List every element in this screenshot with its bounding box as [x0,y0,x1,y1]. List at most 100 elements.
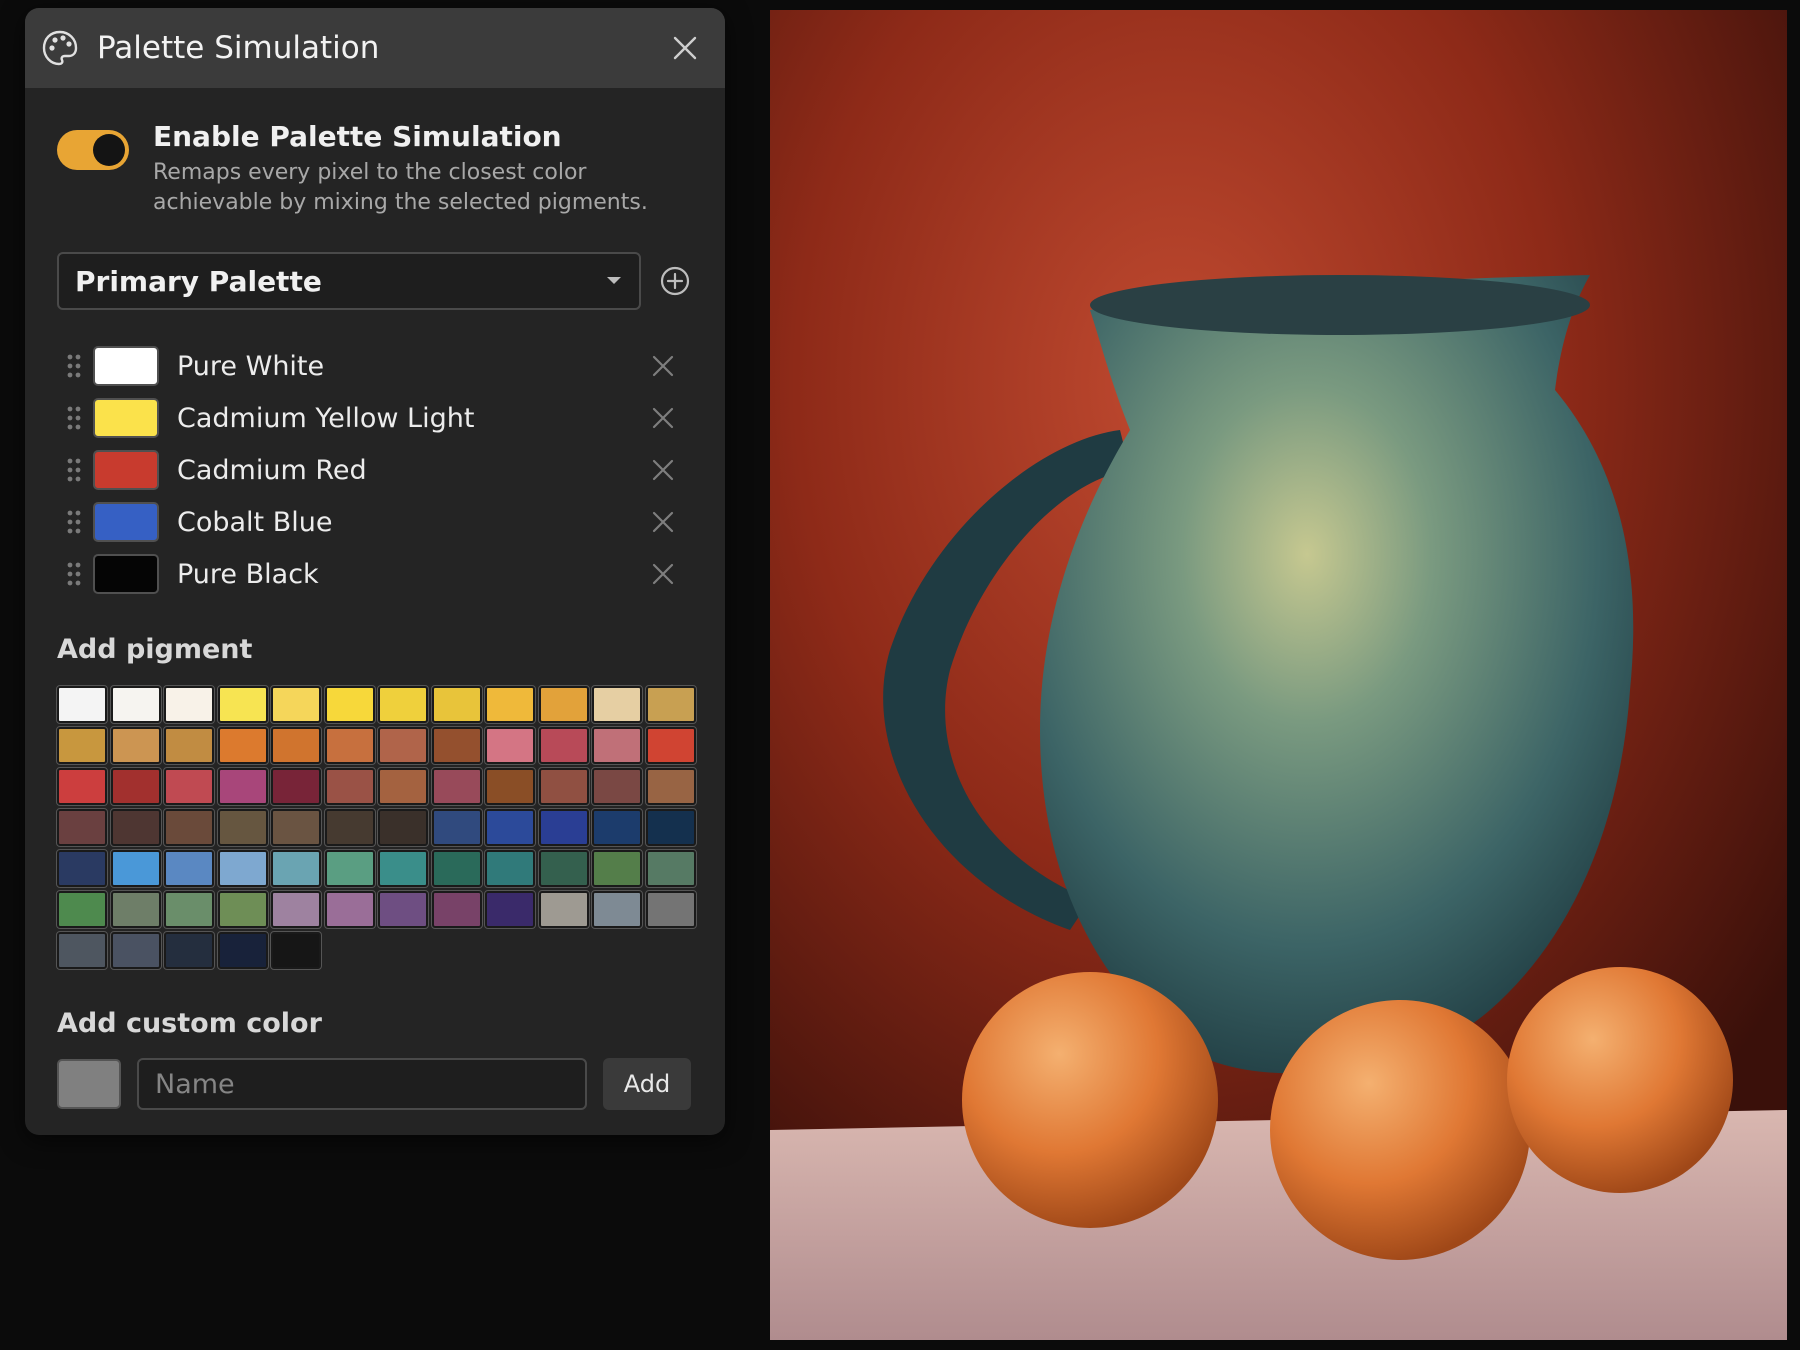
pigment-grid-swatch[interactable] [109,685,162,724]
pigment-grid-swatch[interactable] [484,808,536,847]
pigment-swatch[interactable] [93,554,159,594]
drag-handle-icon[interactable] [57,561,91,587]
pigment-grid-swatch[interactable] [323,890,376,929]
pigment-grid-swatch[interactable] [56,767,108,806]
add-palette-button[interactable] [655,261,695,301]
pigment-grid-swatch[interactable] [430,767,483,806]
remove-pigment-button[interactable] [643,450,683,490]
pigment-grid-swatch[interactable] [216,685,269,724]
pigment-grid-swatch[interactable] [163,890,215,929]
image-canvas[interactable] [770,10,1787,1340]
custom-color-name-input[interactable] [137,1058,587,1110]
pigment-grid-swatch[interactable] [163,685,215,724]
enable-simulation-toggle[interactable] [57,130,129,170]
pigment-item[interactable]: Pure White [57,340,707,392]
pigment-grid-swatch[interactable] [644,808,697,847]
pigment-swatch[interactable] [93,398,159,438]
pigment-grid-swatch[interactable] [56,931,108,970]
pigment-grid-swatch[interactable] [484,726,536,765]
drag-handle-icon[interactable] [57,353,91,379]
remove-pigment-button[interactable] [643,554,683,594]
close-panel-button[interactable] [665,28,705,68]
pigment-grid-swatch[interactable] [270,931,322,970]
pigment-grid-swatch[interactable] [644,685,697,724]
custom-color-swatch[interactable] [57,1059,121,1109]
pigment-grid-swatch[interactable] [270,767,322,806]
pigment-grid-swatch[interactable] [216,808,269,847]
pigment-grid-swatch[interactable] [270,890,322,929]
pigment-grid-swatch[interactable] [323,726,376,765]
pigment-grid-swatch[interactable] [109,890,162,929]
pigment-grid-swatch[interactable] [163,931,215,970]
add-custom-color-button[interactable]: Add [603,1058,691,1110]
pigment-grid-swatch[interactable] [323,808,376,847]
pigment-grid-swatch[interactable] [430,849,483,888]
pigment-item[interactable]: Pure Black [57,548,707,600]
pigment-grid-swatch[interactable] [270,685,322,724]
pigment-grid-swatch[interactable] [377,849,429,888]
pigment-grid-swatch[interactable] [644,726,697,765]
palette-select[interactable]: Primary Palette [57,252,642,310]
pigment-grid-swatch[interactable] [56,808,108,847]
pigment-grid-swatch[interactable] [591,726,643,765]
pigment-grid-swatch[interactable] [163,808,215,847]
pigment-item[interactable]: Cobalt Blue [57,496,707,548]
pigment-swatch[interactable] [93,450,159,490]
pigment-grid-swatch[interactable] [323,849,376,888]
pigment-grid-swatch[interactable] [109,726,162,765]
pigment-grid-swatch[interactable] [270,726,322,765]
pigment-grid-swatch[interactable] [216,931,269,970]
pigment-grid-swatch[interactable] [377,767,429,806]
pigment-grid-swatch[interactable] [56,685,108,724]
pigment-grid-swatch[interactable] [163,767,215,806]
pigment-grid-swatch[interactable] [484,890,536,929]
pigment-grid-swatch[interactable] [270,808,322,847]
pigment-grid-swatch[interactable] [430,726,483,765]
pigment-grid-swatch[interactable] [430,890,483,929]
pigment-grid-swatch[interactable] [537,849,590,888]
pigment-grid-swatch[interactable] [163,726,215,765]
pigment-grid-swatch[interactable] [377,808,429,847]
pigment-grid-swatch[interactable] [591,890,643,929]
pigment-grid-swatch[interactable] [430,685,483,724]
pigment-grid-swatch[interactable] [591,808,643,847]
pigment-item[interactable]: Cadmium Yellow Light [57,392,707,444]
pigment-grid-swatch[interactable] [377,685,429,724]
pigment-grid-swatch[interactable] [216,849,269,888]
drag-handle-icon[interactable] [57,405,91,431]
remove-pigment-button[interactable] [643,398,683,438]
pigment-grid-swatch[interactable] [163,849,215,888]
pigment-grid-swatch[interactable] [56,890,108,929]
pigment-grid-swatch[interactable] [484,849,536,888]
pigment-grid-swatch[interactable] [216,726,269,765]
pigment-grid-swatch[interactable] [537,767,590,806]
pigment-grid-swatch[interactable] [484,685,536,724]
pigment-grid-swatch[interactable] [56,849,108,888]
pigment-grid-swatch[interactable] [537,685,590,724]
pigment-grid-swatch[interactable] [537,890,590,929]
pigment-grid-swatch[interactable] [377,890,429,929]
pigment-item[interactable]: Cadmium Red [57,444,707,496]
pigment-grid-swatch[interactable] [56,726,108,765]
remove-pigment-button[interactable] [643,346,683,386]
remove-pigment-button[interactable] [643,502,683,542]
pigment-grid-swatch[interactable] [109,849,162,888]
pigment-grid-swatch[interactable] [537,808,590,847]
pigment-grid-swatch[interactable] [537,726,590,765]
pigment-swatch[interactable] [93,502,159,542]
pigment-grid-swatch[interactable] [377,726,429,765]
pigment-grid-swatch[interactable] [644,890,697,929]
pigment-grid-swatch[interactable] [644,767,697,806]
pigment-grid-swatch[interactable] [109,808,162,847]
pigment-grid-swatch[interactable] [270,849,322,888]
pigment-grid-swatch[interactable] [430,808,483,847]
pigment-grid-swatch[interactable] [591,849,643,888]
pigment-swatch[interactable] [93,346,159,386]
pigment-grid-swatch[interactable] [591,767,643,806]
pigment-grid-swatch[interactable] [109,767,162,806]
pigment-grid-swatch[interactable] [644,849,697,888]
pigment-grid-swatch[interactable] [216,890,269,929]
pigment-grid-swatch[interactable] [591,685,643,724]
drag-handle-icon[interactable] [57,509,91,535]
pigment-grid-swatch[interactable] [216,767,269,806]
